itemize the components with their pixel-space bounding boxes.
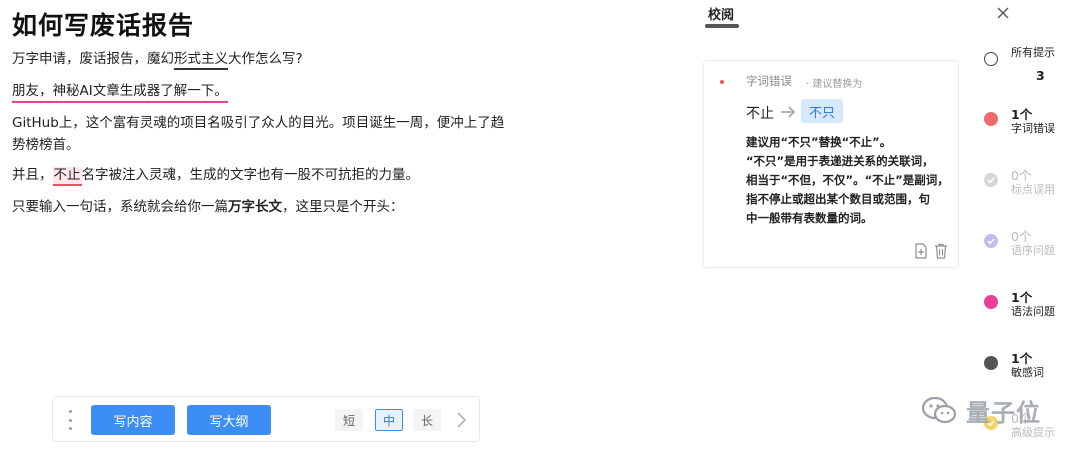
text-segment: 相当于“不但，不仅”。 — [746, 173, 865, 187]
close-icon[interactable] — [996, 6, 1010, 20]
bold-phrase: 万字长文 — [228, 199, 282, 215]
paragraph-1[interactable]: 万字申请，废话报告，魔幻形式主义大作怎么写? — [12, 48, 303, 70]
active-tab-indicator — [705, 24, 739, 28]
replacement-word-button[interactable]: 不只 — [801, 99, 844, 123]
text-segment: 只要输入一句话，系统就会给你一篇 — [12, 199, 228, 215]
paragraph-2[interactable]: 朋友，神秘AI文章生成器了解一下。 — [12, 80, 228, 103]
grammar-issue-highlight[interactable]: 朋友，神秘AI文章生成器了解一下。 — [12, 83, 228, 103]
text-segment: 万字申请，废话报告，魔幻 — [12, 51, 174, 67]
paragraph-5[interactable]: 只要输入一句话，系统就会给你一篇万字长文，这里只是个开头： — [12, 196, 404, 218]
filter-label: 敏感词 — [1011, 366, 1044, 379]
sensitive-dot-icon — [984, 356, 998, 370]
error-dot-icon — [720, 80, 724, 84]
length-long-button[interactable]: 长 — [413, 409, 441, 431]
suggestion-hint: · 建议替换为 — [806, 79, 863, 90]
text-line: 中一般带有表数量的词。 — [746, 211, 873, 225]
text-line: 指不停止或超出某个数目或范围，句 — [746, 192, 930, 206]
grammar-dot-icon — [984, 295, 998, 309]
filter-label: 所有提示 — [1011, 46, 1055, 59]
text-segment: 是副词， — [902, 173, 949, 187]
filter-label: 字词错误 — [1011, 122, 1055, 135]
text-segment: “不止” — [864, 173, 903, 187]
add-to-dictionary-icon[interactable] — [914, 243, 928, 259]
text-segment: 并且， — [12, 167, 53, 183]
check-circle-icon — [984, 234, 998, 248]
wechat-logo-icon — [921, 396, 957, 424]
text-segment: 大作怎么写? — [228, 51, 303, 67]
watermark: 量子位 — [920, 392, 1065, 428]
write-outline-button[interactable]: 写大纲 — [187, 405, 271, 435]
editor-area[interactable]: 如何写废话报告 万字申请，废话报告，魔幻形式主义大作怎么写? 朋友，神秘AI文章… — [0, 0, 690, 455]
filter-label: 语法问题 — [1011, 305, 1055, 318]
document-title[interactable]: 如何写废话报告 — [12, 6, 194, 42]
highlighted-phrase[interactable]: 形式主义 — [174, 51, 228, 70]
chevron-right-icon[interactable] — [453, 411, 469, 429]
paragraph-3[interactable]: GitHub上，这个富有灵魂的项目名吸引了众人的目光。项目诞生一周，便冲上了趋势… — [12, 112, 517, 156]
length-medium-button[interactable]: 中 — [375, 409, 403, 431]
radio-circle-icon[interactable] — [984, 52, 998, 66]
watermark-text: 量子位 — [966, 398, 1041, 427]
word-error-dot-icon — [984, 112, 998, 126]
write-content-button[interactable]: 写内容 — [91, 405, 175, 435]
filter-label: 标点误用 — [1011, 183, 1055, 196]
filter-label: 语序问题 — [1011, 244, 1055, 257]
text-segment: 替换 — [818, 135, 842, 149]
text-segment: “不只” — [746, 154, 785, 168]
filter-count: 3 — [1036, 68, 1045, 83]
arrow-right-icon — [781, 106, 796, 118]
suggestion-explanation: 建议用“不只”替换“不止”。 “不只”是用于表递进关系的关联词， 相当于“不但，… — [746, 133, 952, 228]
text-segment: “不止” — [841, 135, 880, 149]
tab-proofread[interactable]: 校阅 — [708, 4, 734, 23]
word-error-highlight[interactable]: 不止 — [52, 167, 82, 186]
check-circle-icon — [984, 173, 998, 187]
paragraph-4[interactable]: 并且，不止名字被注入灵魂，生成的文字也有一股不可抗拒的力量。 — [12, 164, 419, 186]
text-segment: ，这里只是个开头： — [282, 199, 404, 215]
drag-handle-icon[interactable] — [67, 410, 73, 430]
text-segment: 建议用 — [746, 135, 781, 149]
original-word: 不止 — [746, 106, 774, 122]
delete-icon[interactable] — [934, 243, 948, 259]
text-segment: 。 — [879, 135, 892, 149]
generation-toolbar: 写内容 写大纲 短 中 长 — [52, 396, 480, 442]
text-segment: “不只” — [780, 135, 819, 149]
suggestion-type: 字词错误 — [746, 74, 792, 88]
length-short-button[interactable]: 短 — [335, 409, 363, 431]
text-segment: 是用于表递进关系的关联词， — [784, 154, 934, 168]
suggestion-card[interactable]: 字词错误 · 建议替换为 不止 不只 建议用“不只”替换“不止”。 “不只”是用… — [703, 60, 959, 268]
text-segment: 名字被注入灵魂，生成的文字也有一股不可抗拒的力量。 — [81, 167, 420, 183]
